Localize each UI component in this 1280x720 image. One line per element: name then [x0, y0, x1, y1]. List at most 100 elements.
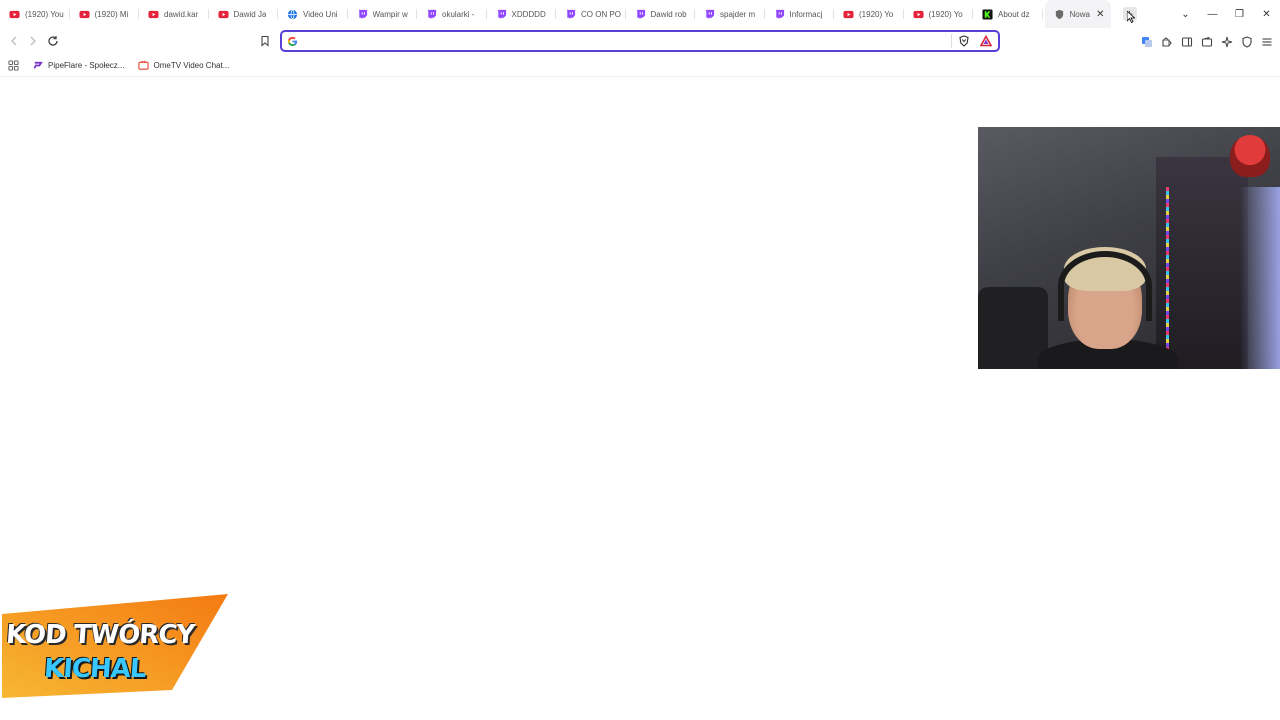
kick-icon	[982, 8, 993, 20]
omnibox-divider	[951, 34, 952, 48]
bookmark-label: PipeFlare - Społecz...	[48, 61, 125, 70]
extensions-button[interactable]	[1160, 35, 1173, 48]
youtube-icon	[843, 9, 854, 20]
sidebar-button[interactable]	[1180, 35, 1193, 48]
window-controls: ⌄ — ❐ ✕	[1172, 0, 1280, 28]
tab-title: XDDDDD	[511, 9, 546, 19]
tab-title: (1920) Yo	[859, 9, 894, 19]
restore-button[interactable]: ❐	[1226, 9, 1253, 20]
sidebar-icon	[1181, 36, 1192, 47]
tab-bar: (1920) You (1920) Mi dawid.kar Dawid Ja Vide…	[0, 0, 1280, 28]
google-icon	[287, 36, 298, 46]
vpn-button[interactable]	[1240, 35, 1253, 48]
twitch-icon	[496, 9, 507, 20]
browser-tab[interactable]: Wampir w	[348, 0, 418, 28]
menu-button[interactable]	[1260, 35, 1273, 48]
webcam-headset	[1058, 251, 1152, 321]
browser-toolbar	[0, 28, 1280, 54]
sparkle-icon	[1221, 36, 1232, 47]
tab-title: CO ON PO	[581, 9, 621, 19]
youtube-icon	[217, 9, 229, 20]
translate-button[interactable]	[1140, 35, 1153, 48]
webcam-shelf	[1156, 157, 1248, 369]
browser-tab[interactable]: (1920) Yo	[834, 0, 904, 28]
tab-title: (1920) Yo	[928, 9, 963, 19]
browser-tab[interactable]: About dz	[973, 0, 1043, 28]
reload-icon	[48, 36, 58, 46]
browser-tab[interactable]: dawid.kar	[139, 0, 209, 28]
apps-grid-icon	[7, 60, 19, 71]
back-button[interactable]	[7, 34, 21, 48]
close-window-button[interactable]: ✕	[1253, 9, 1280, 20]
apps-button[interactable]	[7, 60, 19, 72]
youtube-icon	[912, 9, 924, 20]
tab-title: Informacj	[789, 9, 823, 19]
tab-title: Dawid rob	[650, 9, 687, 19]
bookmark-label: OmeTV Video Chat...	[153, 61, 230, 70]
tab-title: Dawid Ja	[233, 9, 267, 19]
address-bar[interactable]	[280, 30, 1000, 52]
browser-tab[interactable]: Dawid Ja	[209, 0, 279, 28]
banner-title: KOD TWÓRCY	[4, 620, 196, 650]
tab-search-dropdown-icon[interactable]: ⌄	[1172, 9, 1199, 20]
youtube-icon	[78, 9, 90, 20]
minimize-button[interactable]: —	[1199, 9, 1226, 20]
browser-tab[interactable]: Video Uni	[278, 0, 348, 28]
youtube-icon	[9, 9, 20, 20]
tab-title: (1920) Mi	[94, 9, 129, 19]
mouse-cursor-icon	[1127, 11, 1135, 23]
close-tab-icon[interactable]: ✕	[1096, 9, 1104, 20]
twitch-icon	[426, 9, 437, 20]
forward-arrow-icon	[30, 36, 37, 46]
reload-button[interactable]	[46, 34, 60, 48]
hamburger-menu-icon	[1262, 37, 1271, 46]
translate-icon	[1141, 36, 1152, 47]
tab-title: spajder m	[720, 9, 756, 19]
browser-tab[interactable]: okularki -	[417, 0, 487, 28]
tab-title: (1920) You	[25, 9, 64, 19]
bookmark-pipeflare[interactable]: PipeFlare - Społecz...	[33, 60, 124, 71]
brave-tab-icon	[1054, 9, 1065, 20]
tab-title: Video Uni	[303, 9, 338, 19]
browser-tab[interactable]: spajder m	[695, 0, 765, 28]
bookmark-page-button[interactable]	[258, 34, 272, 48]
leo-ai-button[interactable]	[1220, 35, 1233, 48]
bookmark-icon	[261, 35, 269, 47]
browser-tab[interactable]: (1920) Yo	[904, 0, 974, 28]
browser-tab[interactable]: XDDDDD	[487, 0, 557, 28]
bookmarks-bar: PipeFlare - Społecz... OmeTV Video Chat.…	[0, 55, 1280, 77]
tab-title: Wampir w	[372, 9, 408, 19]
tab-title: About dz	[998, 9, 1030, 19]
browser-tab[interactable]: Informacj	[765, 0, 835, 28]
omnibox-input[interactable]	[304, 33, 951, 49]
banner-code: KICHAL	[42, 654, 147, 684]
webcam-overlay	[978, 127, 1280, 369]
browser-tab[interactable]: (1920) Mi	[70, 0, 140, 28]
tab-title: dawid.kar	[164, 9, 199, 19]
twitch-icon	[565, 9, 576, 20]
wallet-icon	[1201, 36, 1212, 47]
ometv-icon	[138, 60, 150, 70]
tab-title: okularki -	[442, 9, 475, 19]
tab-title: Nowa	[1069, 9, 1090, 19]
browser-tab-active[interactable]: Nowa ✕	[1044, 0, 1111, 28]
shield-icon	[1241, 35, 1252, 48]
forward-button[interactable]	[26, 34, 40, 48]
webcam-led-strip	[1166, 187, 1169, 367]
browser-tab[interactable]: (1920) You	[0, 0, 70, 28]
twitch-icon	[704, 9, 715, 20]
webcam-figure	[1230, 135, 1270, 177]
browser-tab[interactable]: Dawid rob	[626, 0, 696, 28]
wallet-button[interactable]	[1200, 35, 1213, 48]
puzzle-icon	[1161, 37, 1171, 47]
twitch-icon	[357, 9, 368, 20]
pipeflare-icon	[33, 61, 43, 69]
globe-icon	[287, 9, 298, 20]
twitch-icon	[774, 9, 785, 20]
bookmark-ometv[interactable]: OmeTV Video Chat...	[138, 60, 229, 71]
browser-tab[interactable]: CO ON PO	[556, 0, 626, 28]
twitch-icon	[635, 9, 646, 20]
youtube-icon	[148, 9, 159, 20]
brave-shields-icon[interactable]	[958, 35, 970, 47]
brave-rewards-icon[interactable]	[980, 35, 992, 47]
